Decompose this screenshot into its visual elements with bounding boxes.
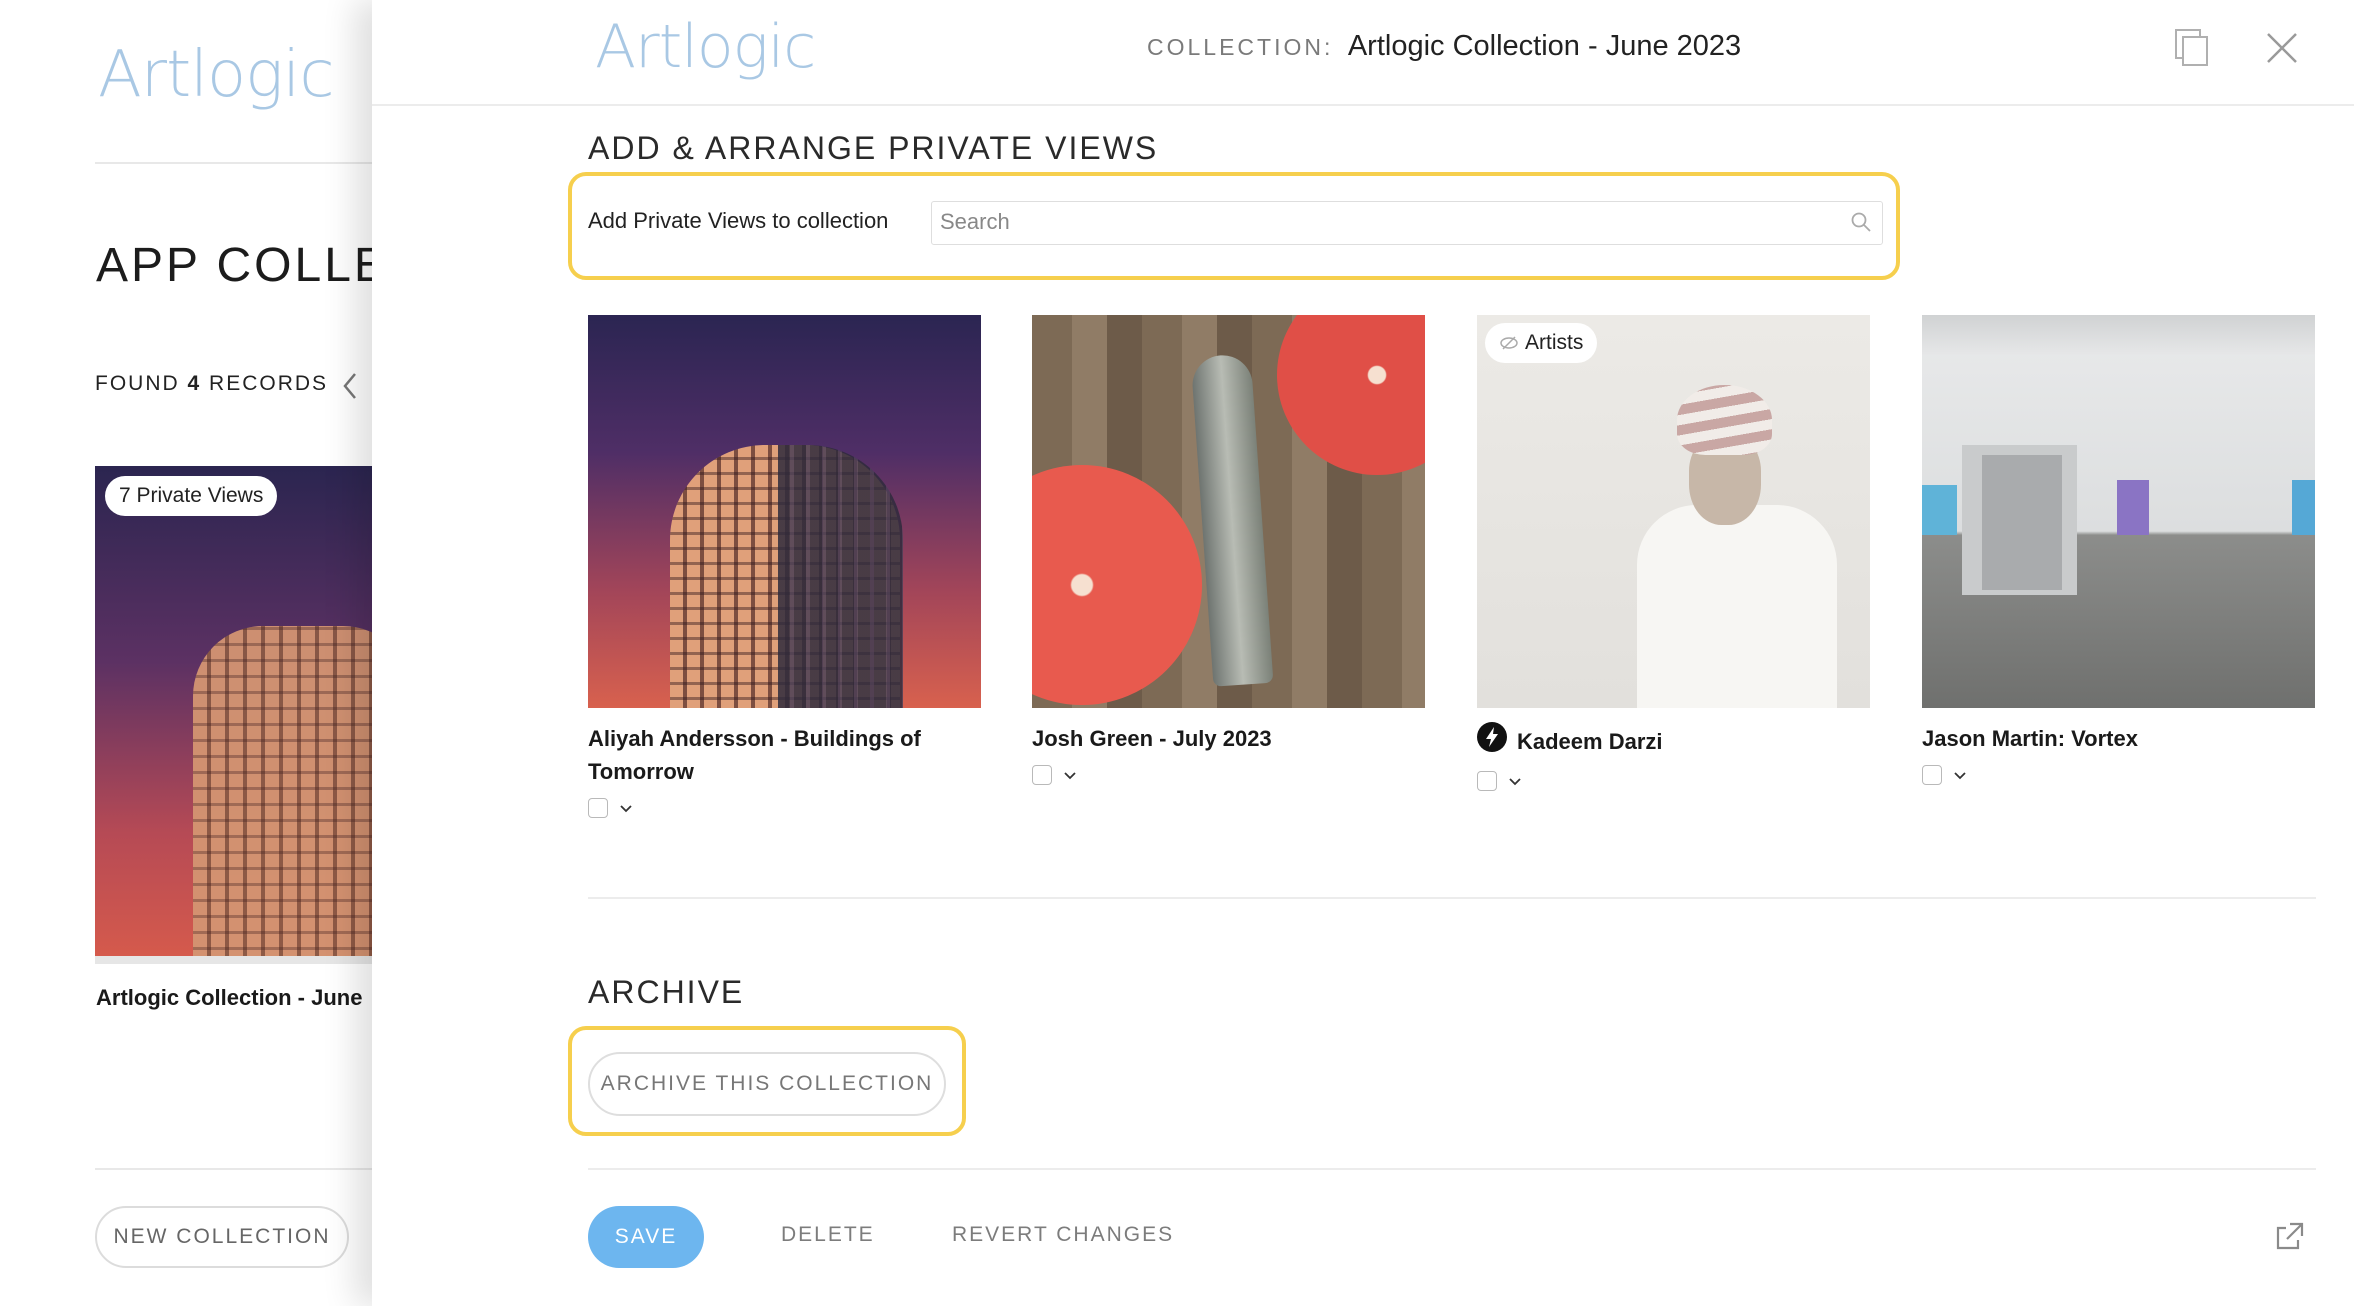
save-button[interactable]: SAVE xyxy=(588,1206,704,1268)
select-checkbox[interactable] xyxy=(1922,765,1942,785)
chevron-down-icon[interactable] xyxy=(1062,767,1078,783)
card-image xyxy=(193,626,395,956)
collection-key: COLLECTION: xyxy=(1147,34,1334,60)
divider xyxy=(95,162,395,164)
private-view-image[interactable]: Artists xyxy=(1477,315,1870,708)
chevron-left-icon[interactable] xyxy=(340,370,360,410)
eye-slash-icon xyxy=(1500,336,1518,350)
external-link-icon[interactable] xyxy=(2272,1220,2306,1254)
private-views-badge: 7 Private Views xyxy=(105,476,278,516)
select-checkbox[interactable] xyxy=(1477,771,1497,791)
revert-changes-button[interactable]: REVERT CHANGES xyxy=(952,1223,1174,1247)
background-logo: Artlogic xyxy=(98,38,334,112)
records-count: FOUND 4 RECORDS xyxy=(95,372,328,396)
chevron-down-icon[interactable] xyxy=(618,800,634,816)
archive-collection-button[interactable]: ARCHIVE THIS COLLECTION xyxy=(588,1052,946,1116)
copy-icon[interactable] xyxy=(2172,28,2212,68)
new-collection-button[interactable]: NEW COLLECTION xyxy=(95,1206,349,1268)
delete-button[interactable]: DELETE xyxy=(781,1223,875,1247)
private-view-image[interactable] xyxy=(1922,315,2315,708)
private-view-title[interactable]: Jason Martin: Vortex xyxy=(1922,722,2315,755)
divider xyxy=(95,1168,395,1170)
chevron-down-icon[interactable] xyxy=(1507,773,1523,789)
divider xyxy=(588,897,2316,899)
lightning-icon xyxy=(1477,722,1507,761)
search-field[interactable] xyxy=(931,201,1883,245)
private-view-card[interactable]: Artists Kadeem Darzi xyxy=(1477,315,1870,791)
private-view-card[interactable]: Aliyah Andersson - Buildings of Tomorrow xyxy=(588,315,981,818)
private-view-title-row[interactable]: Kadeem Darzi xyxy=(1477,722,1870,761)
archive-section-title: ARCHIVE xyxy=(588,974,745,1010)
panel-header: Artlogic COLLECTION: Artlogic Collection… xyxy=(372,0,2354,106)
private-view-title[interactable]: Kadeem Darzi xyxy=(1517,725,1663,758)
private-view-card[interactable]: Jason Martin: Vortex xyxy=(1922,315,2315,785)
card-shadow xyxy=(95,956,395,964)
private-view-title[interactable]: Josh Green - July 2023 xyxy=(1032,722,1425,755)
collection-card[interactable]: 7 Private Views xyxy=(95,466,395,956)
divider xyxy=(588,1168,2316,1170)
found-count: 4 xyxy=(187,372,202,395)
close-icon[interactable] xyxy=(2262,28,2302,68)
select-checkbox[interactable] xyxy=(588,798,608,818)
collection-editor-panel: Artlogic COLLECTION: Artlogic Collection… xyxy=(372,0,2354,1306)
collection-name: Artlogic Collection - June 2023 xyxy=(1347,30,1742,62)
artists-badge-label: Artists xyxy=(1525,331,1584,354)
artlogic-logo: Artlogic xyxy=(595,12,816,82)
collection-heading: COLLECTION: Artlogic Collection - June 2… xyxy=(1147,30,1741,63)
search-icon[interactable] xyxy=(1850,211,1872,233)
private-view-image[interactable] xyxy=(1032,315,1425,708)
private-view-card[interactable]: Josh Green - July 2023 xyxy=(1032,315,1425,785)
select-checkbox[interactable] xyxy=(1032,765,1052,785)
private-view-title[interactable]: Aliyah Andersson - Buildings of Tomorrow xyxy=(588,722,981,788)
found-prefix: FOUND xyxy=(95,372,180,395)
private-view-image[interactable] xyxy=(588,315,981,708)
artists-badge: Artists xyxy=(1485,323,1598,363)
collection-card-title[interactable]: Artlogic Collection - June xyxy=(96,985,362,1011)
add-section-title: ADD & ARRANGE PRIVATE VIEWS xyxy=(588,130,1159,166)
found-suffix: RECORDS xyxy=(209,372,329,395)
chevron-down-icon[interactable] xyxy=(1952,767,1968,783)
add-private-views-label: Add Private Views to collection xyxy=(588,208,889,233)
search-input[interactable] xyxy=(932,202,1820,242)
